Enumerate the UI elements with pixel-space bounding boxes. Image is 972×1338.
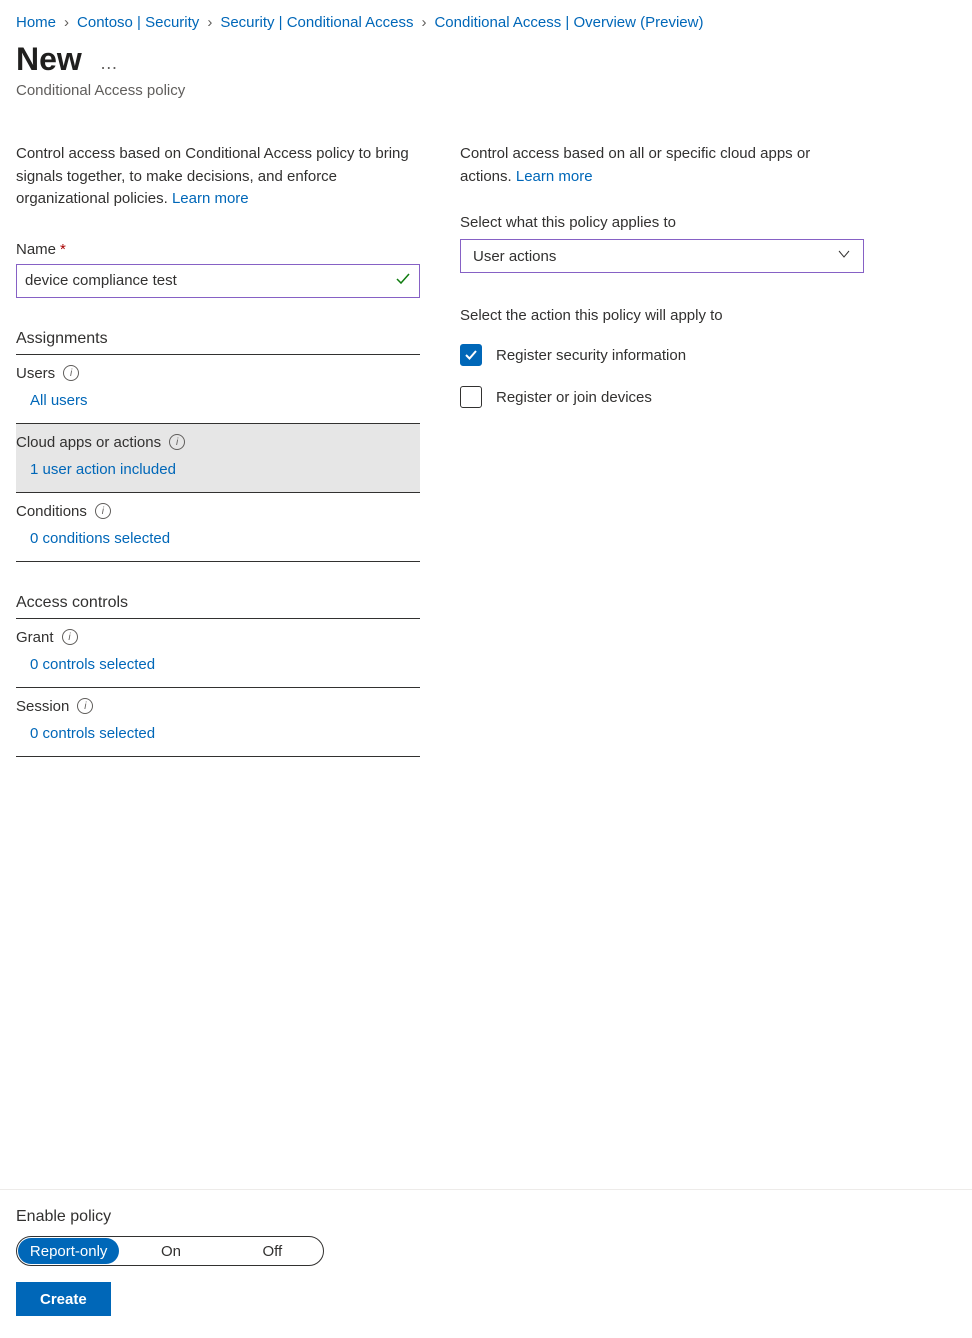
left-panel: Control access based on Conditional Acce… (16, 143, 420, 757)
users-label: Users (16, 365, 55, 382)
toggle-on[interactable]: On (120, 1237, 221, 1265)
name-input[interactable] (25, 272, 395, 289)
create-button[interactable]: Create (16, 1282, 111, 1316)
checkbox-label: Register or join devices (496, 389, 652, 406)
checkbox-icon[interactable] (460, 386, 482, 408)
breadcrumb-ca-overview[interactable]: Conditional Access | Overview (Preview) (434, 14, 703, 31)
grant-row[interactable]: Grant i 0 controls selected (16, 619, 420, 688)
name-label: Name * (16, 241, 420, 258)
breadcrumb: Home › Contoso | Security › Security | C… (0, 0, 972, 37)
info-icon[interactable]: i (169, 434, 185, 450)
footer: Enable policy Report-only On Off Create (0, 1189, 972, 1338)
checkbox-icon[interactable] (460, 344, 482, 366)
grant-value[interactable]: 0 controls selected (16, 656, 420, 673)
conditions-row[interactable]: Conditions i 0 conditions selected (16, 493, 420, 562)
learn-more-link[interactable]: Learn more (172, 190, 249, 207)
breadcrumb-home[interactable]: Home (16, 14, 56, 31)
chevron-right-icon: › (207, 14, 212, 31)
right-intro-text: Control access based on all or specific … (460, 143, 864, 188)
conditions-value[interactable]: 0 conditions selected (16, 530, 420, 547)
session-value[interactable]: 0 controls selected (16, 725, 420, 742)
action-label: Select the action this policy will apply… (460, 307, 864, 324)
checkbox-register-security-info[interactable]: Register security information (460, 344, 864, 366)
applies-to-label: Select what this policy applies to (460, 214, 864, 231)
breadcrumb-contoso-security[interactable]: Contoso | Security (77, 14, 199, 31)
chevron-right-icon: › (421, 14, 426, 31)
session-row[interactable]: Session i 0 controls selected (16, 688, 420, 757)
users-row[interactable]: Users i All users (16, 355, 420, 424)
right-intro-body: Control access based on all or specific … (460, 145, 810, 185)
right-learn-more-link[interactable]: Learn more (516, 168, 593, 185)
breadcrumb-security-ca[interactable]: Security | Conditional Access (220, 14, 413, 31)
info-icon[interactable]: i (63, 365, 79, 381)
info-icon[interactable]: i (62, 629, 78, 645)
checkbox-register-join-devices[interactable]: Register or join devices (460, 386, 864, 408)
right-panel: Control access based on all or specific … (460, 143, 864, 757)
checkbox-label: Register security information (496, 347, 686, 364)
toggle-off[interactable]: Off (222, 1237, 323, 1265)
cloud-apps-value[interactable]: 1 user action included (16, 461, 420, 478)
assignments-header: Assignments (16, 330, 420, 355)
page-header: New … Conditional Access policy (0, 37, 972, 113)
page-title: New (16, 41, 82, 78)
enable-policy-label: Enable policy (16, 1208, 956, 1226)
grant-label: Grant (16, 629, 54, 646)
more-icon[interactable]: … (100, 45, 120, 74)
dropdown-value: User actions (473, 248, 556, 265)
required-indicator: * (60, 241, 66, 258)
cloud-apps-row[interactable]: Cloud apps or actions i 1 user action in… (16, 424, 420, 493)
access-controls-header: Access controls (16, 594, 420, 619)
page-subtitle: Conditional Access policy (16, 82, 956, 99)
chevron-right-icon: › (64, 14, 69, 31)
toggle-report-only[interactable]: Report-only (18, 1238, 119, 1264)
checkmark-icon (395, 271, 411, 291)
users-value[interactable]: All users (16, 392, 420, 409)
cloud-apps-label: Cloud apps or actions (16, 434, 161, 451)
info-icon[interactable]: i (95, 503, 111, 519)
chevron-down-icon (837, 247, 851, 265)
intro-text: Control access based on Conditional Acce… (16, 143, 420, 211)
info-icon[interactable]: i (77, 698, 93, 714)
session-label: Session (16, 698, 69, 715)
applies-to-dropdown[interactable]: User actions (460, 239, 864, 273)
enable-policy-toggle[interactable]: Report-only On Off (16, 1236, 324, 1266)
conditions-label: Conditions (16, 503, 87, 520)
name-input-wrapper[interactable] (16, 264, 420, 298)
